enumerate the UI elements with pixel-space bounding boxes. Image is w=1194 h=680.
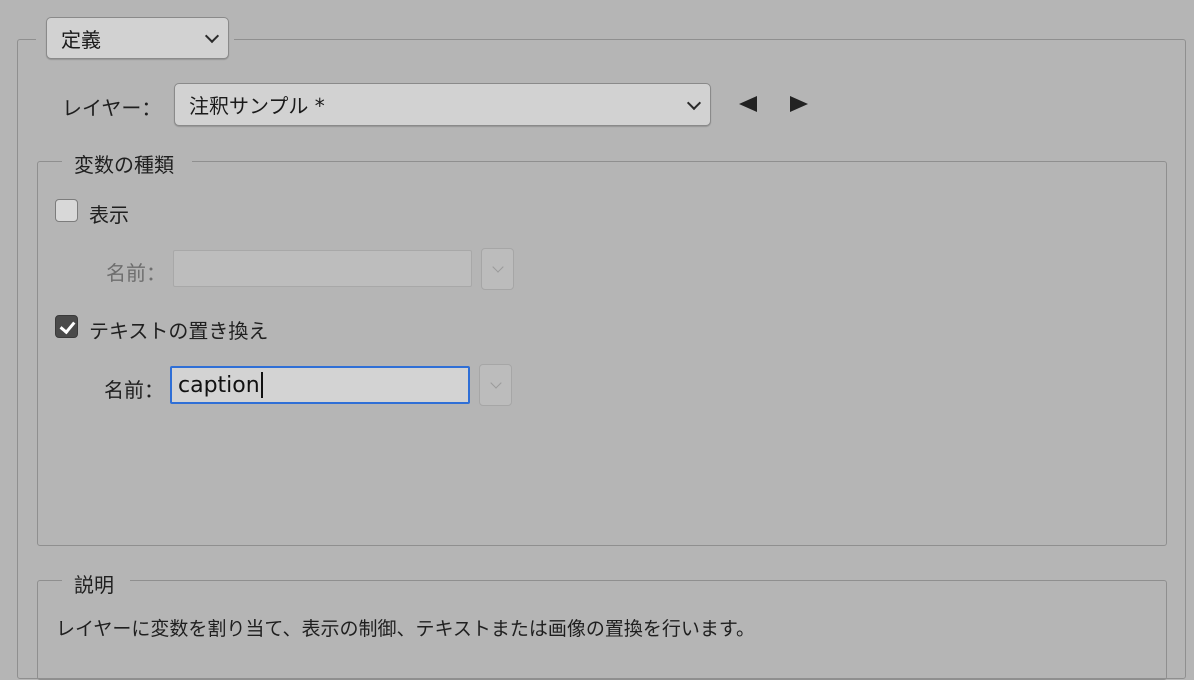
visibility-name-field[interactable] <box>173 250 472 287</box>
text-replace-name-dropdown[interactable] <box>479 364 512 406</box>
description-legend: 説明 <box>74 573 114 597</box>
definition-mode-value: 定義 <box>61 27 101 52</box>
text-replace-name-label: 名前： <box>104 378 164 402</box>
chevron-down-icon <box>491 261 504 273</box>
next-layer-icon[interactable] <box>790 96 808 112</box>
text-replace-label: テキストの置き換え <box>89 319 269 343</box>
visibility-label: 表示 <box>89 203 129 227</box>
layer-value: 注釈サンプル * <box>189 94 325 118</box>
definition-mode-select[interactable]: 定義 <box>46 17 229 59</box>
layer-select[interactable]: 注釈サンプル * <box>174 83 711 126</box>
text-replace-checkbox[interactable] <box>55 315 78 338</box>
text-replace-name-field[interactable]: caption <box>170 366 470 404</box>
text-replace-name-value: caption <box>178 372 260 398</box>
layer-label: レイヤー： <box>62 96 162 120</box>
visibility-name-dropdown[interactable] <box>481 248 514 290</box>
previous-layer-icon[interactable] <box>739 96 757 112</box>
text-cursor <box>260 372 263 398</box>
variable-types-legend: 変数の種類 <box>74 153 174 177</box>
check-icon <box>59 317 76 335</box>
description-text: レイヤーに変数を割り当て、表示の制御、テキストまたは画像の置換を行います。 <box>56 618 756 640</box>
variable-types-group-frame <box>37 161 1167 546</box>
chevron-down-icon <box>204 28 220 44</box>
chevron-down-icon <box>686 95 702 110</box>
chevron-down-icon <box>489 377 502 389</box>
visibility-checkbox[interactable] <box>55 199 78 222</box>
visibility-name-label: 名前： <box>106 261 166 285</box>
